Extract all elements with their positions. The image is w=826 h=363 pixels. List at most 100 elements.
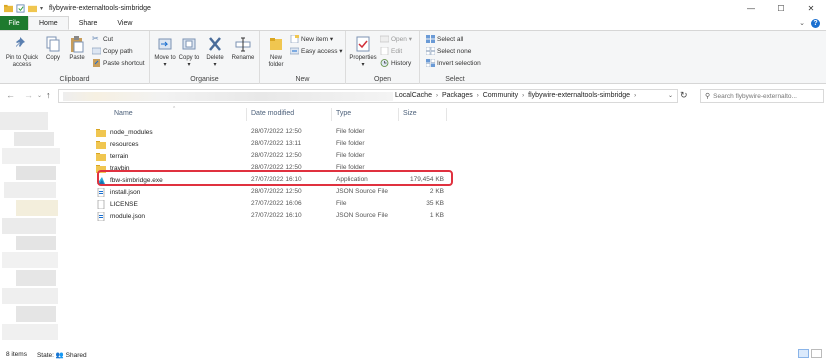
clipboard-group-label: Clipboard — [59, 76, 90, 83]
copy-to-label: Copy to — [178, 55, 200, 61]
select-all-button[interactable]: Select all — [426, 35, 463, 43]
copy-to-dropdown-icon: ▾ — [187, 62, 191, 68]
file-date-modified: 27/07/2022 16:06 — [251, 200, 302, 207]
select-none-button[interactable]: Select none — [426, 47, 471, 55]
breadcrumb-community[interactable]: Community — [483, 92, 518, 99]
file-name: node_modules — [110, 128, 153, 136]
history-button[interactable]: History — [380, 59, 411, 67]
blurred-nav-item — [4, 182, 56, 198]
tab-file[interactable]: File — [0, 16, 28, 30]
copy-to-icon — [182, 38, 196, 50]
chevron-right-icon[interactable]: › — [477, 93, 479, 99]
invert-selection-icon — [426, 59, 435, 67]
blurred-nav-item — [16, 200, 58, 216]
properties-icon[interactable] — [16, 3, 25, 13]
search-icon: ⚲ — [705, 93, 711, 100]
breadcrumb-packages[interactable]: Packages — [442, 92, 473, 99]
move-to-button[interactable]: Move to ▾ — [154, 35, 176, 69]
column-divider[interactable] — [446, 108, 447, 121]
tab-home[interactable]: Home — [28, 16, 69, 30]
delete-label: Delete — [206, 55, 224, 61]
scissors-icon: ✂ — [92, 34, 99, 43]
expand-ribbon-icon[interactable]: ⌄ — [799, 19, 805, 27]
edit-label: Edit — [391, 47, 403, 55]
properties-button[interactable]: Properties ▾ — [347, 35, 379, 69]
move-to-label: Move to — [154, 55, 176, 61]
search-input[interactable]: ⚲ Search flybywire-externalto... — [700, 89, 824, 103]
delete-button[interactable]: Delete ▾ — [204, 35, 226, 69]
customize-quick-access-icon[interactable]: ▾ — [40, 5, 43, 12]
back-arrow-icon[interactable]: ← — [6, 90, 15, 100]
file-name: install.json — [110, 188, 141, 196]
properties-dropdown-icon: ▾ — [361, 62, 365, 68]
breadcrumb-localcache[interactable]: LocalCache — [395, 92, 432, 99]
quick-access-toolbar: ▾ — [0, 3, 43, 13]
file-name: module.json — [110, 212, 146, 220]
help-icon[interactable]: ? — [811, 18, 820, 28]
new-item-label: New item ▾ — [301, 36, 334, 43]
file-date-modified: 28/07/2022 12:50 — [251, 188, 302, 195]
highlight-box — [97, 170, 453, 186]
cut-button[interactable]: ✂ Cut — [92, 35, 113, 43]
edit-button[interactable]: Edit — [380, 47, 402, 55]
copy-path-button[interactable]: Copy path — [92, 47, 133, 55]
new-folder-button[interactable]: New folder — [264, 35, 288, 69]
tab-view[interactable]: View — [107, 16, 142, 30]
easy-access-button[interactable]: Easy access ▾ — [290, 47, 343, 55]
new-item-button[interactable]: New item ▾ — [290, 35, 333, 43]
open-icon — [380, 35, 389, 43]
file-icon — [96, 199, 106, 209]
blurred-nav-item — [2, 218, 56, 234]
paste-shortcut-button[interactable]: Paste shortcut — [92, 59, 145, 67]
chevron-right-icon[interactable]: › — [436, 93, 438, 99]
window-title: flybywire-externaltools-simbridge — [49, 4, 151, 12]
paste-button[interactable]: Paste — [66, 35, 88, 62]
invert-selection-button[interactable]: Invert selection — [426, 59, 481, 67]
folder-icon — [96, 140, 106, 149]
new-folder-icon[interactable] — [28, 4, 37, 13]
address-bar[interactable]: LocalCache › Packages › Community › flyb… — [58, 89, 678, 103]
refresh-icon[interactable]: ↻ — [680, 90, 688, 101]
open-button[interactable]: Open ▾ — [380, 35, 412, 43]
column-header-type[interactable]: Type — [336, 110, 351, 117]
blurred-nav-item — [2, 148, 60, 164]
copy-to-button[interactable]: Copy to ▾ — [178, 35, 200, 69]
column-divider[interactable] — [246, 108, 247, 121]
forward-arrow-icon[interactable]: → — [24, 90, 33, 100]
minimize-button[interactable]: — — [736, 0, 766, 16]
json-file-icon — [96, 211, 106, 221]
chevron-right-icon[interactable]: › — [522, 93, 524, 99]
search-placeholder: Search flybywire-externalto... — [713, 92, 797, 100]
file-type: File folder — [336, 140, 365, 147]
tab-share[interactable]: Share — [69, 16, 108, 30]
close-button[interactable]: ✕ — [796, 0, 826, 16]
sort-ascending-icon: ⌃ — [172, 106, 177, 112]
column-header-size[interactable]: Size — [403, 110, 417, 117]
up-arrow-icon[interactable]: ↑ — [46, 90, 51, 100]
rename-button[interactable]: Rename — [230, 35, 256, 62]
easy-access-label: Easy access ▾ — [301, 48, 343, 55]
cut-label: Cut — [103, 35, 114, 43]
file-name: terrain — [110, 152, 129, 160]
column-header-date-modified[interactable]: Date modified — [251, 110, 294, 117]
recent-locations-icon[interactable]: ⌄ — [37, 92, 42, 99]
select-none-label: Select none — [437, 47, 472, 55]
file-list[interactable]: ⌃ Name Date modified Type Size node_modu… — [86, 106, 826, 346]
large-icons-view-icon[interactable] — [811, 349, 822, 358]
details-view-icon[interactable] — [798, 349, 809, 358]
navigation-pane[interactable] — [0, 106, 86, 346]
column-divider[interactable] — [331, 108, 332, 121]
blurred-nav-item — [16, 236, 56, 250]
copy-button[interactable]: Copy — [42, 35, 64, 62]
maximize-button[interactable]: ☐ — [766, 0, 796, 16]
address-dropdown-icon[interactable]: ⌄ — [668, 92, 673, 99]
column-header-name[interactable]: Name — [114, 110, 133, 117]
pin-to-quick-access-button[interactable]: Pin to Quick access — [2, 35, 42, 69]
select-group-label: Select — [445, 76, 465, 83]
new-group: New folder New item ▾ Easy access ▾ New — [260, 31, 346, 84]
chevron-right-icon[interactable]: › — [634, 93, 636, 99]
column-divider[interactable] — [398, 108, 399, 121]
breadcrumb-current-folder[interactable]: flybywire-externaltools-simbridge — [528, 92, 630, 99]
pin-label: Pin to Quick access — [5, 55, 39, 68]
select-none-icon — [426, 47, 435, 55]
